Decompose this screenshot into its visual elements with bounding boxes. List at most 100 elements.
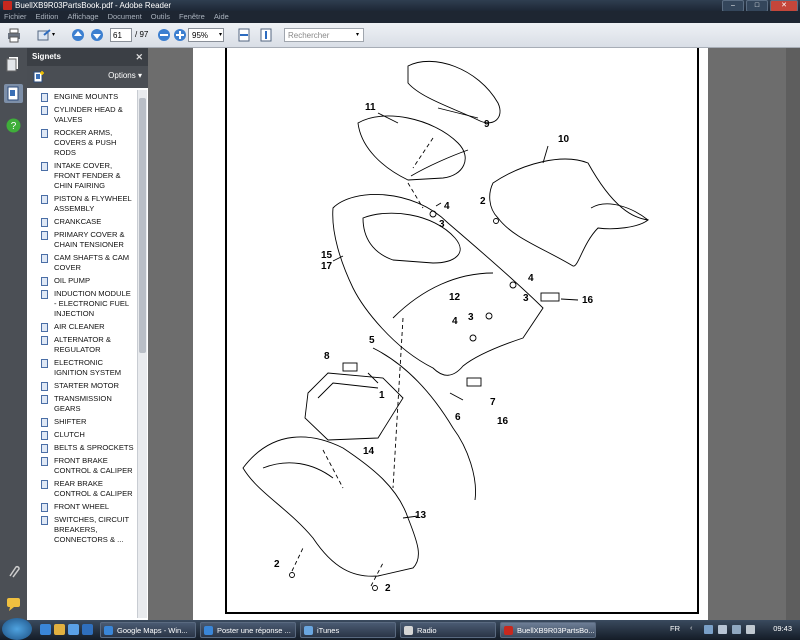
volume-icon[interactable] xyxy=(718,625,727,634)
callout-10: 10 xyxy=(558,134,570,145)
toolbar: ▾ 61 / 97 95% ▾ Rechercher ▾ xyxy=(0,23,800,48)
menu-document[interactable]: Document xyxy=(104,11,147,23)
options-menu[interactable]: Options ▾ xyxy=(108,71,142,80)
bookmark-item[interactable]: PISTON & FLYWHEEL ASSEMBLY xyxy=(27,193,137,215)
bookmark-item[interactable]: TRANSMISSION GEARS xyxy=(27,393,137,415)
callout-2: 2 xyxy=(480,196,486,207)
task-button-active[interactable]: BuellXB9R03PartsBo... xyxy=(500,622,596,638)
comments-button[interactable] xyxy=(4,594,23,613)
callout-1: 1 xyxy=(379,390,385,401)
bookmark-item[interactable]: CRANKCASE xyxy=(27,216,137,228)
callout-3: 3 xyxy=(523,293,529,304)
page-total: / 97 xyxy=(135,30,149,39)
next-page-button[interactable] xyxy=(89,27,105,43)
task-button[interactable]: iTunes xyxy=(300,622,396,638)
bookmark-item[interactable]: CAM SHAFTS & CAM COVER xyxy=(27,252,137,274)
bookmark-item[interactable]: REAR BRAKE CONTROL & CALIPER xyxy=(27,478,137,500)
share-button[interactable] xyxy=(36,27,52,43)
menu-edit[interactable]: Edition xyxy=(32,11,64,23)
quicklaunch-icon[interactable] xyxy=(68,624,79,635)
bookmark-page-icon xyxy=(41,162,48,171)
callout-3: 3 xyxy=(439,219,445,230)
menu-file[interactable]: Fichier xyxy=(0,11,32,23)
zoom-dropdown-icon[interactable]: ▾ xyxy=(219,31,222,47)
bookmark-item[interactable]: SWITCHES, CIRCUIT BREAKERS, CONNECTORS &… xyxy=(27,514,137,546)
screw-part xyxy=(509,281,517,289)
menu-view[interactable]: Affichage xyxy=(63,11,103,23)
share-dropdown-icon[interactable]: ▾ xyxy=(52,31,55,47)
bookmarks-scrollbar[interactable] xyxy=(137,90,147,618)
arrow-up-icon xyxy=(72,29,84,41)
scrollbar-thumb[interactable] xyxy=(139,98,146,353)
comment-icon xyxy=(7,598,20,611)
print-button[interactable] xyxy=(6,27,22,43)
radio-icon xyxy=(404,626,413,635)
zoom-in-icon xyxy=(174,29,186,41)
bookmark-item[interactable]: BELTS & SPROCKETS xyxy=(27,442,137,454)
attachments-button[interactable] xyxy=(4,562,23,581)
bookmark-item[interactable]: FRONT WHEEL xyxy=(27,501,137,513)
bookmark-item[interactable]: ALTERNATOR & REGULATOR xyxy=(27,334,137,356)
task-button[interactable]: Radio xyxy=(400,622,496,638)
callout-14: 14 xyxy=(363,446,375,457)
menu-tools[interactable]: Outils xyxy=(147,11,175,23)
quicklaunch-icon[interactable] xyxy=(82,624,93,635)
bookmark-item[interactable]: PRIMARY COVER & CHAIN TENSIONER xyxy=(27,229,137,251)
bookmark-icon xyxy=(7,86,19,101)
bookmarks-panel-button[interactable] xyxy=(4,84,23,103)
menu-help[interactable]: Aide xyxy=(210,11,234,23)
pages-panel-button[interactable] xyxy=(4,54,23,73)
bookmark-item[interactable]: ELECTRONIC IGNITION SYSTEM xyxy=(27,357,137,379)
callout-5: 5 xyxy=(369,335,375,346)
new-bookmark-icon[interactable] xyxy=(32,70,46,84)
language-indicator[interactable]: FR xyxy=(670,624,680,633)
quicklaunch-icon[interactable] xyxy=(40,624,51,635)
bookmark-page-icon xyxy=(41,254,48,263)
fit-page-button[interactable] xyxy=(258,27,274,43)
bookmark-page-icon xyxy=(41,359,48,368)
page-number-input[interactable]: 61 xyxy=(110,28,132,42)
bookmark-item[interactable]: ROCKER ARMS, COVERS & PUSH RODS xyxy=(27,127,137,159)
help-button[interactable]: ? xyxy=(4,116,23,135)
tray-icon[interactable] xyxy=(732,625,741,634)
close-panel-icon[interactable]: ✕ xyxy=(135,48,143,66)
tray-icon[interactable] xyxy=(746,625,755,634)
latch-part xyxy=(540,292,560,302)
callout-13: 13 xyxy=(415,510,427,521)
zoom-in-button[interactable] xyxy=(172,27,188,43)
tail-section-part xyxy=(332,194,544,376)
bookmark-item[interactable]: SHIFTER xyxy=(27,416,137,428)
screw-part xyxy=(289,572,295,578)
callout-12: 12 xyxy=(449,292,461,303)
search-input[interactable]: Rechercher xyxy=(284,28,364,42)
document-area: 9 11 10 2 4 3 15 17 4 16 12 3 4 3 5 8 1 … xyxy=(148,48,800,624)
bookmark-item[interactable]: INTAKE COVER, FRONT FENDER & CHIN FAIRIN… xyxy=(27,160,137,192)
task-button[interactable]: Poster une réponse ... xyxy=(200,622,296,638)
bookmark-item[interactable]: AIR CLEANER xyxy=(27,321,137,333)
search-dropdown-icon[interactable]: ▾ xyxy=(356,31,359,47)
task-button[interactable]: Google Maps - Win... xyxy=(100,622,196,638)
network-icon[interactable] xyxy=(704,625,713,634)
bookmark-item[interactable]: FRONT BRAKE CONTROL & CALIPER xyxy=(27,455,137,477)
clock[interactable]: 09:43 xyxy=(773,624,792,633)
menu-window[interactable]: Fenêtre xyxy=(175,11,210,23)
bookmark-item[interactable]: INDUCTION MODULE - ELECTRONIC FUEL INJEC… xyxy=(27,288,137,320)
chevron-left-icon[interactable]: ‹ xyxy=(690,623,693,632)
zoom-out-button[interactable] xyxy=(156,27,172,43)
passenger-seat-part xyxy=(357,115,466,181)
bookmark-item[interactable]: ENGINE MOUNTS xyxy=(27,91,137,103)
bookmark-item[interactable]: CYLINDER HEAD & VALVES xyxy=(27,104,137,126)
start-button[interactable] xyxy=(2,618,32,640)
fit-width-button[interactable] xyxy=(236,27,252,43)
bookmarks-title: Signets xyxy=(32,52,61,61)
screw-part xyxy=(485,312,493,320)
bookmark-page-icon xyxy=(41,106,48,115)
quicklaunch-icon[interactable] xyxy=(54,624,65,635)
bookmark-item[interactable]: OIL PUMP xyxy=(27,275,137,287)
previous-page-button[interactable] xyxy=(70,27,86,43)
screw-part xyxy=(493,218,499,224)
bookmark-item[interactable]: CLUTCH xyxy=(27,429,137,441)
bookmark-item[interactable]: STARTER MOTOR xyxy=(27,380,137,392)
help-icon: ? xyxy=(6,118,21,133)
document-scrollbar[interactable] xyxy=(786,48,800,624)
